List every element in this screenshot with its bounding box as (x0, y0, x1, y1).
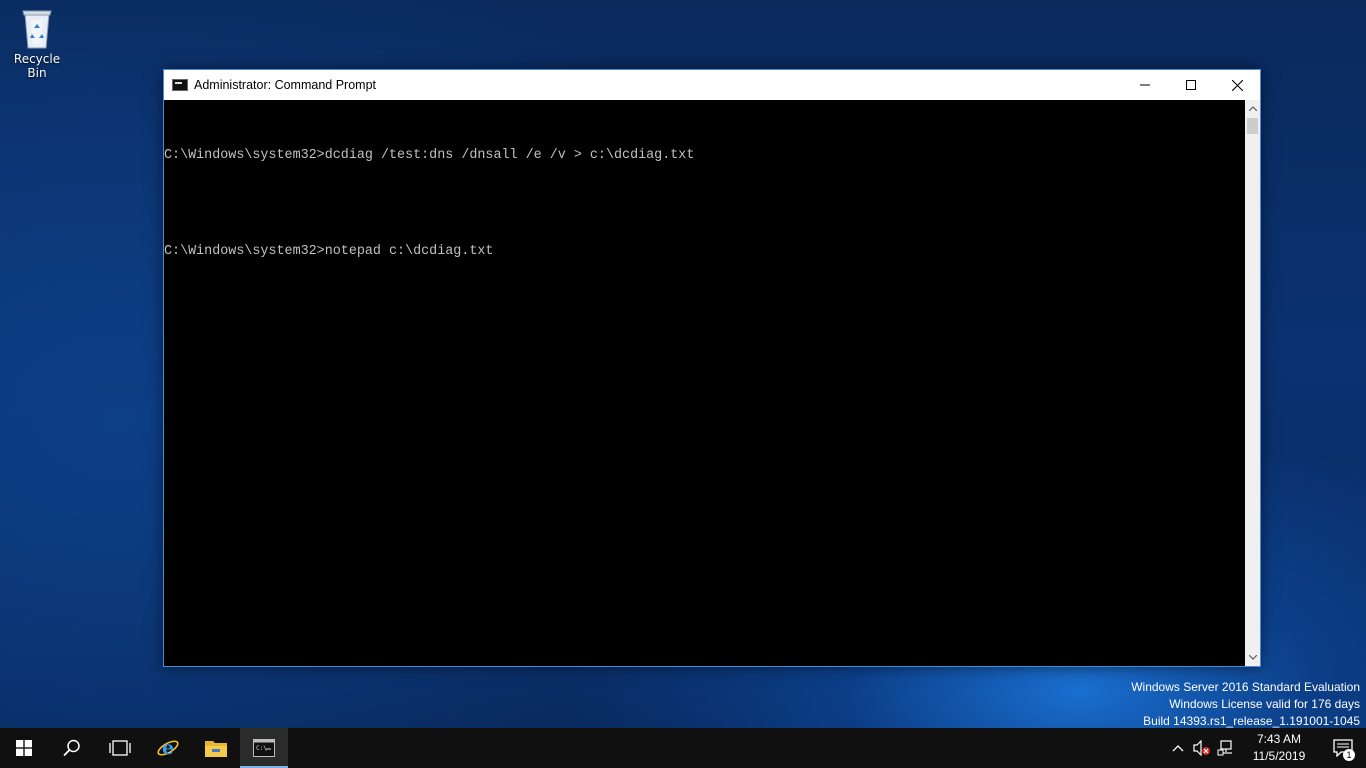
scroll-up-button[interactable] (1245, 100, 1260, 117)
window-controls (1122, 70, 1260, 100)
internet-explorer-icon: e (157, 737, 179, 759)
search-button[interactable] (48, 728, 96, 768)
scroll-thumb[interactable] (1247, 118, 1258, 134)
clock-date: 11/5/2019 (1252, 749, 1306, 763)
command-prompt-icon: C:\ (253, 739, 275, 757)
action-center-button[interactable]: 1 (1320, 728, 1366, 768)
console-line: C:\Windows\system32>dcdiag /test:dns /dn… (164, 148, 695, 163)
chevron-down-icon (1248, 655, 1257, 660)
clock-time: 7:43 AM (1256, 732, 1302, 746)
windows-start-icon (16, 740, 32, 756)
chevron-up-icon (1248, 106, 1257, 111)
console-line: C:\Windows\system32>notepad c:\dcdiag.tx… (164, 244, 494, 259)
desktop-icon-recycle-bin[interactable]: Recycle Bin (4, 6, 70, 80)
command-prompt-icon (172, 79, 188, 91)
command-prompt-window: Administrator: Command Prompt C:\Windows… (163, 69, 1261, 667)
show-hidden-icons-button[interactable] (1166, 728, 1190, 768)
taskbar-file-explorer[interactable] (192, 728, 240, 768)
notification-count-badge: 1 (1343, 749, 1355, 761)
window-title: Administrator: Command Prompt (194, 78, 377, 92)
watermark-license: Windows License valid for 176 days (1169, 697, 1360, 711)
taskbar-clock[interactable]: 7:43 AM 11/5/2019 (1244, 731, 1314, 765)
volume-button[interactable] (1190, 728, 1214, 768)
network-button[interactable] (1214, 728, 1238, 768)
task-view-icon (109, 740, 131, 756)
minimize-button[interactable] (1122, 70, 1168, 100)
network-icon (1217, 740, 1232, 756)
desktop-icon-label: Recycle Bin (13, 52, 61, 80)
task-view-button[interactable] (96, 728, 144, 768)
taskbar-internet-explorer[interactable]: e (144, 728, 192, 768)
watermark-edition: Windows Server 2016 Standard Evaluation (1131, 680, 1360, 694)
speaker-muted-icon (1193, 740, 1210, 756)
windows-evaluation-watermark: Windows Server 2016 Standard Evaluation … (1131, 679, 1360, 730)
console-output[interactable]: C:\Windows\system32>dcdiag /test:dns /dn… (164, 100, 1245, 666)
system-tray: 7:43 AM 11/5/2019 1 (1166, 728, 1366, 768)
taskbar-command-prompt[interactable]: C:\ (240, 728, 288, 768)
recycle-bin-icon (22, 10, 52, 49)
start-button[interactable] (0, 728, 48, 768)
vertical-scrollbar[interactable] (1245, 100, 1260, 666)
scroll-down-button[interactable] (1245, 649, 1260, 666)
close-button[interactable] (1214, 70, 1260, 100)
chevron-up-icon (1172, 745, 1184, 752)
search-icon (63, 739, 80, 757)
close-icon (1231, 79, 1243, 91)
svg-text:e: e (162, 737, 174, 759)
file-explorer-icon (205, 741, 227, 757)
window-titlebar[interactable]: Administrator: Command Prompt (164, 70, 1260, 100)
maximize-icon (1186, 80, 1196, 90)
taskbar: e C:\ 7:43 AM 11/5/2019 1 (0, 728, 1366, 768)
maximize-button[interactable] (1168, 70, 1214, 100)
svg-text:C:\: C:\ (256, 745, 267, 752)
minimize-icon (1140, 84, 1150, 86)
